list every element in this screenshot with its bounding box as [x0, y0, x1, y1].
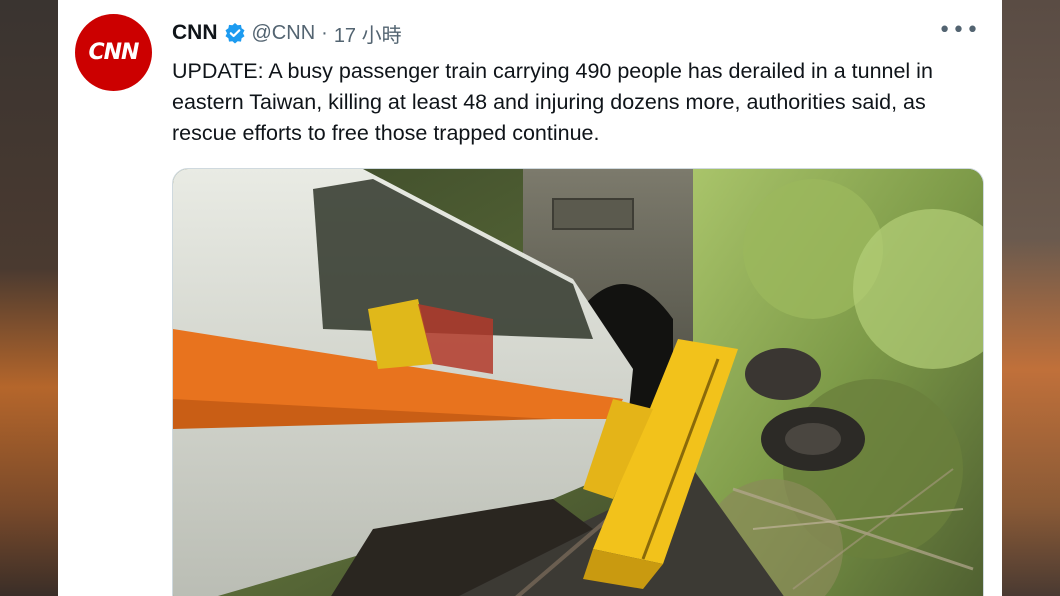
- separator-dot: ·: [321, 21, 328, 44]
- avatar-logo-text: CNN: [88, 40, 140, 65]
- background-blur-right: [1000, 0, 1060, 596]
- author-handle[interactable]: @CNN: [252, 22, 316, 45]
- tweet-photo[interactable]: [172, 168, 984, 596]
- tweet-text: UPDATE: A busy passenger train carrying …: [172, 59, 933, 145]
- tweet-header: CNN @CNN · 17 小時: [172, 18, 402, 48]
- verified-badge-icon: [224, 22, 246, 44]
- tweet-card[interactable]: CNN CNN @CNN · 17 小時 ••• UPDATE: A busy …: [58, 0, 1002, 596]
- more-options-icon[interactable]: •••: [938, 18, 980, 43]
- avatar[interactable]: CNN: [75, 14, 152, 91]
- author-name[interactable]: CNN: [172, 21, 218, 45]
- train-derailment-photo: [173, 169, 983, 596]
- background-blur-left: [0, 0, 60, 596]
- tweet-timestamp[interactable]: 17 小時: [334, 19, 402, 48]
